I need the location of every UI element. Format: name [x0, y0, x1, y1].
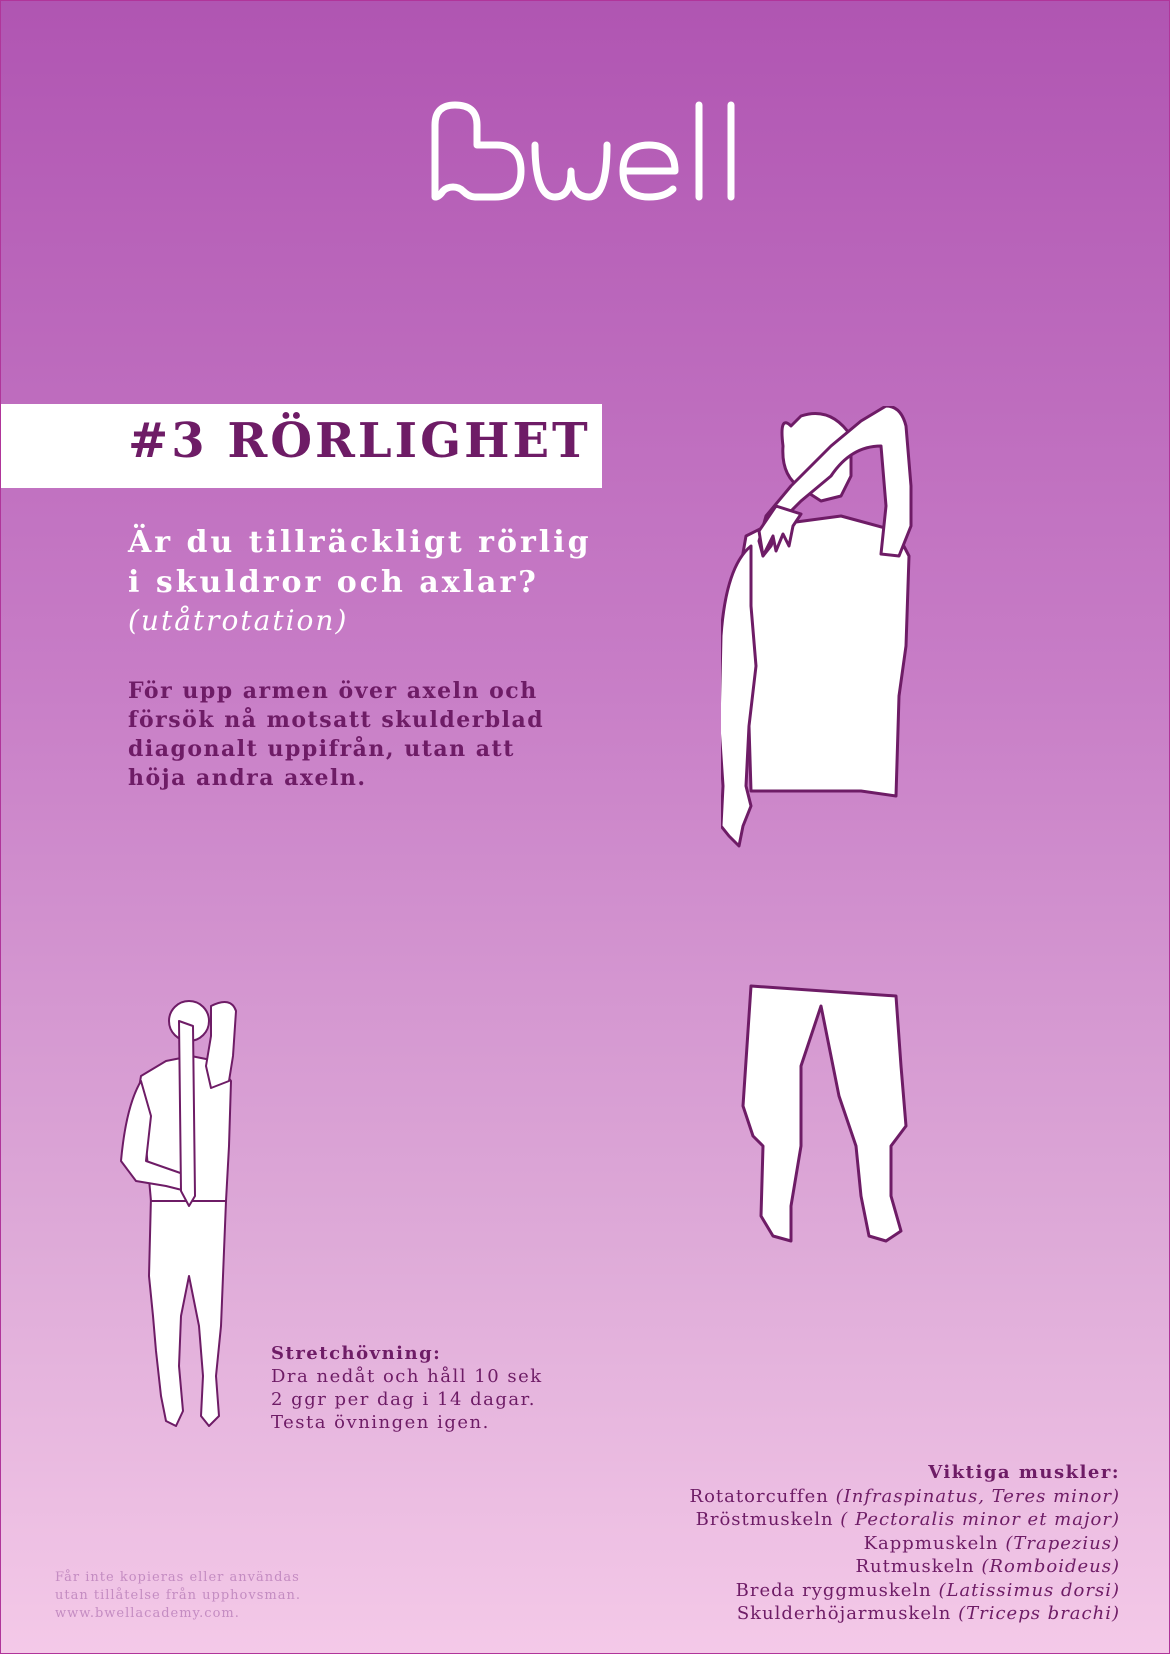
muscle-latin: (Trapezius)	[1005, 1532, 1120, 1554]
stretch-line: Dra nedåt och håll 10 sek	[271, 1366, 543, 1387]
muscles-list: Viktiga muskler: Rotatorcuffen (Infraspi…	[690, 1461, 1120, 1626]
instruction-line: diagonalt uppifrån, utan att	[128, 736, 515, 762]
muscle-latin: ( Pectoralis minor et major)	[840, 1509, 1120, 1530]
muscle-item: Kappmuskeln (Trapezius)	[690, 1532, 1120, 1556]
muscle-item: Breda ryggmuskeln (Latissimus dorsi)	[690, 1579, 1120, 1603]
question-heading: Är du tillräckligt rörlig i skuldror och…	[128, 523, 592, 603]
muscle-latin: (Infraspinatus, Teres minor)	[835, 1485, 1120, 1507]
stretch-figure-small	[120, 1000, 237, 1427]
stretch-heading: Stretchövning:	[271, 1343, 442, 1364]
question-line: Är du tillräckligt rörlig	[128, 525, 592, 560]
footer-line: Får inte kopieras eller användas	[55, 1570, 300, 1585]
bwell-logo	[431, 101, 735, 201]
muscles-heading: Viktiga muskler:	[928, 1462, 1120, 1483]
muscle-item: Skulderhöjarmuskeln (Triceps brachi)	[690, 1602, 1120, 1626]
instruction-line: För upp armen över axeln och	[128, 678, 538, 704]
stretch-instructions: Stretchövning: Dra nedåt och håll 10 sek…	[271, 1342, 543, 1434]
muscle-name: Breda ryggmuskeln	[735, 1579, 932, 1601]
copyright-footer: Får inte kopieras eller användas utan ti…	[55, 1569, 301, 1623]
muscle-latin: (Triceps brachi)	[958, 1603, 1120, 1624]
muscle-name: Rutmuskeln	[855, 1556, 975, 1577]
muscle-item: Bröstmuskeln ( Pectoralis minor et major…	[690, 1508, 1120, 1532]
muscle-name: Kappmuskeln	[863, 1532, 999, 1554]
poster-page: #3 RÖRLIGHET Är du tillräckligt rörlig i…	[0, 0, 1170, 1654]
instruction-line: försök nå motsatt skulderblad	[128, 707, 545, 733]
muscle-item: Rotatorcuffen (Infraspinatus, Teres mino…	[690, 1485, 1120, 1509]
stretch-line: Testa övningen igen.	[271, 1412, 490, 1433]
muscle-latin: (Romboideus)	[981, 1556, 1120, 1577]
stretch-figure-large	[721, 406, 913, 1243]
question-line: i skuldror och axlar?	[128, 565, 539, 600]
footer-line: www.bwellacademy.com.	[55, 1606, 240, 1621]
muscle-name: Skulderhöjarmuskeln	[736, 1603, 952, 1624]
instructions: För upp armen över axeln och försök nå m…	[128, 677, 544, 793]
muscle-item: Rutmuskeln (Romboideus)	[690, 1555, 1120, 1579]
muscle-name: Bröstmuskeln	[695, 1509, 834, 1530]
instruction-line: höja andra axeln.	[128, 765, 367, 791]
subtitle: (utåtrotation)	[128, 604, 349, 637]
muscle-name: Rotatorcuffen	[689, 1485, 829, 1507]
footer-line: utan tillåtelse från upphovsman.	[55, 1588, 301, 1603]
page-title: #3 RÖRLIGHET	[128, 413, 591, 469]
muscle-latin: (Latissimus dorsi)	[938, 1579, 1120, 1601]
stretch-line: 2 ggr per dag i 14 dagar.	[271, 1389, 537, 1410]
